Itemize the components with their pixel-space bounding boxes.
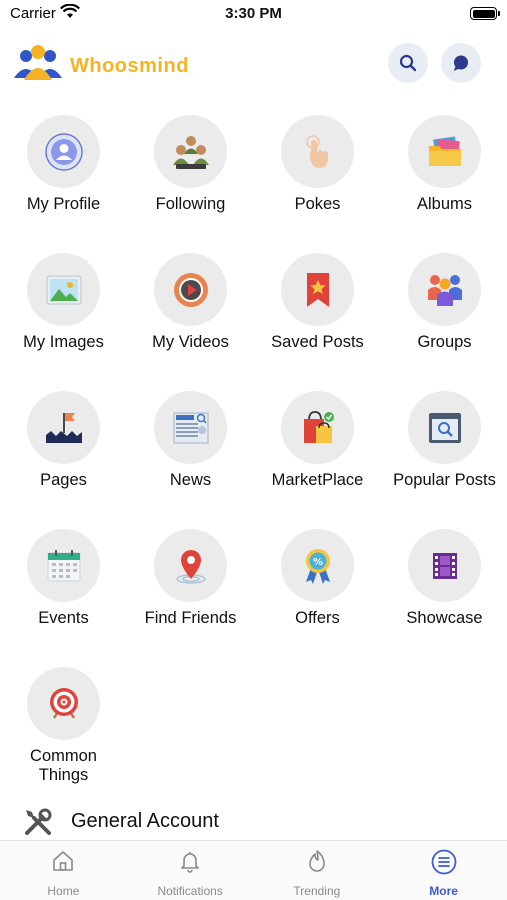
menu-item-label: Common Things	[0, 747, 127, 785]
menu-item-popular-posts[interactable]: Popular Posts	[381, 391, 507, 511]
menu-item-label: Popular Posts	[393, 471, 496, 489]
poke-hand-icon	[305, 134, 328, 168]
menu-item-pages[interactable]: Pages	[0, 391, 127, 511]
images-icon	[46, 275, 81, 304]
tools-icon	[25, 808, 52, 835]
menu-item-groups[interactable]: Groups	[381, 253, 507, 373]
menu-lines-icon	[431, 849, 457, 875]
menu-item-news[interactable]: News	[127, 391, 254, 511]
menu-item-pokes[interactable]: Pokes	[254, 115, 381, 235]
menu-item-events[interactable]: Events	[0, 529, 127, 649]
menu-item-showcase[interactable]: Showcase	[381, 529, 507, 649]
brand-logo-icon	[14, 45, 62, 80]
menu-item-label: Saved Posts	[271, 333, 364, 351]
menu-item-label: Showcase	[406, 609, 483, 627]
menu-item-label: News	[169, 471, 212, 489]
menu-item-label: Pokes	[294, 195, 341, 213]
menu-item-my-images[interactable]: My Images	[0, 253, 127, 373]
search-icon	[399, 54, 417, 72]
menu-item-label: My Profile	[26, 195, 101, 213]
menu-item-my-profile[interactable]: My Profile	[0, 115, 127, 235]
menu-item-find-friends[interactable]: Find Friends	[127, 529, 254, 649]
popular-window-icon	[428, 412, 461, 443]
calendar-icon	[47, 549, 80, 581]
menu-item-label-line: Things	[38, 766, 89, 784]
bell-icon	[181, 852, 199, 873]
menu-item-label: Pages	[40, 471, 87, 489]
tab-label: Notifications	[157, 884, 223, 898]
tab-trending[interactable]: Trending	[254, 841, 381, 900]
flag-icon	[45, 412, 82, 443]
tab-bar: Home Notifications Trending More	[0, 840, 507, 900]
messages-button[interactable]	[441, 43, 481, 83]
menu-item-label: Events	[38, 609, 89, 627]
location-pin-icon	[175, 549, 206, 584]
menu-item-common-things[interactable]: Common Things	[0, 667, 127, 787]
menu-item-label: My Images	[23, 333, 104, 351]
albums-folder-icon	[428, 136, 461, 166]
menu-item-saved-posts[interactable]: Saved Posts	[254, 253, 381, 373]
home-icon	[53, 851, 74, 871]
tab-label: Trending	[293, 884, 341, 898]
battery-icon	[470, 7, 500, 20]
menu-item-label: My Videos	[152, 333, 229, 351]
flame-icon	[309, 850, 325, 872]
menu-item-label-line: Common	[30, 747, 97, 765]
brand-name: Whoosmind	[70, 55, 189, 77]
menu-item-my-videos[interactable]: My Videos	[127, 253, 254, 373]
shopping-bag-icon	[303, 410, 334, 443]
menu-item-label: MarketPlace	[271, 471, 364, 489]
film-icon	[432, 552, 457, 579]
general-account-label: General Account	[71, 810, 219, 832]
menu-item-label: Find Friends	[144, 609, 237, 627]
menu-item-label: Albums	[416, 195, 473, 213]
menu-item-following[interactable]: Following	[127, 115, 254, 235]
menu-item-label: Offers	[295, 609, 340, 627]
chat-bubble-icon	[454, 55, 468, 71]
tab-label: Home	[47, 884, 80, 898]
status-time: 3:30 PM	[225, 5, 282, 22]
bookmark-star-icon	[306, 272, 329, 307]
profile-icon	[44, 132, 83, 171]
video-play-icon	[173, 272, 208, 307]
tab-label: More	[429, 884, 458, 898]
app-header: Whoosmind	[0, 38, 507, 96]
menu-item-label: Groups	[417, 333, 472, 351]
status-bar: Carrier 3:30 PM	[0, 0, 507, 30]
offer-badge-icon: %	[305, 548, 330, 584]
menu-item-albums[interactable]: Albums	[381, 115, 507, 235]
target-icon	[49, 687, 78, 719]
svg-text:%: %	[312, 557, 322, 568]
menu-item-offers[interactable]: % Offers	[254, 529, 381, 649]
tab-home[interactable]: Home	[0, 841, 127, 900]
following-icon	[172, 135, 209, 169]
general-account-row[interactable]: General Account	[0, 805, 507, 839]
tab-notifications[interactable]: Notifications	[127, 841, 254, 900]
tab-more[interactable]: More	[380, 841, 507, 900]
menu-item-marketplace[interactable]: MarketPlace	[254, 391, 381, 511]
groups-icon	[427, 274, 462, 306]
menu-item-label: Following	[155, 195, 226, 213]
news-icon	[173, 412, 208, 443]
search-button[interactable]	[388, 43, 428, 83]
